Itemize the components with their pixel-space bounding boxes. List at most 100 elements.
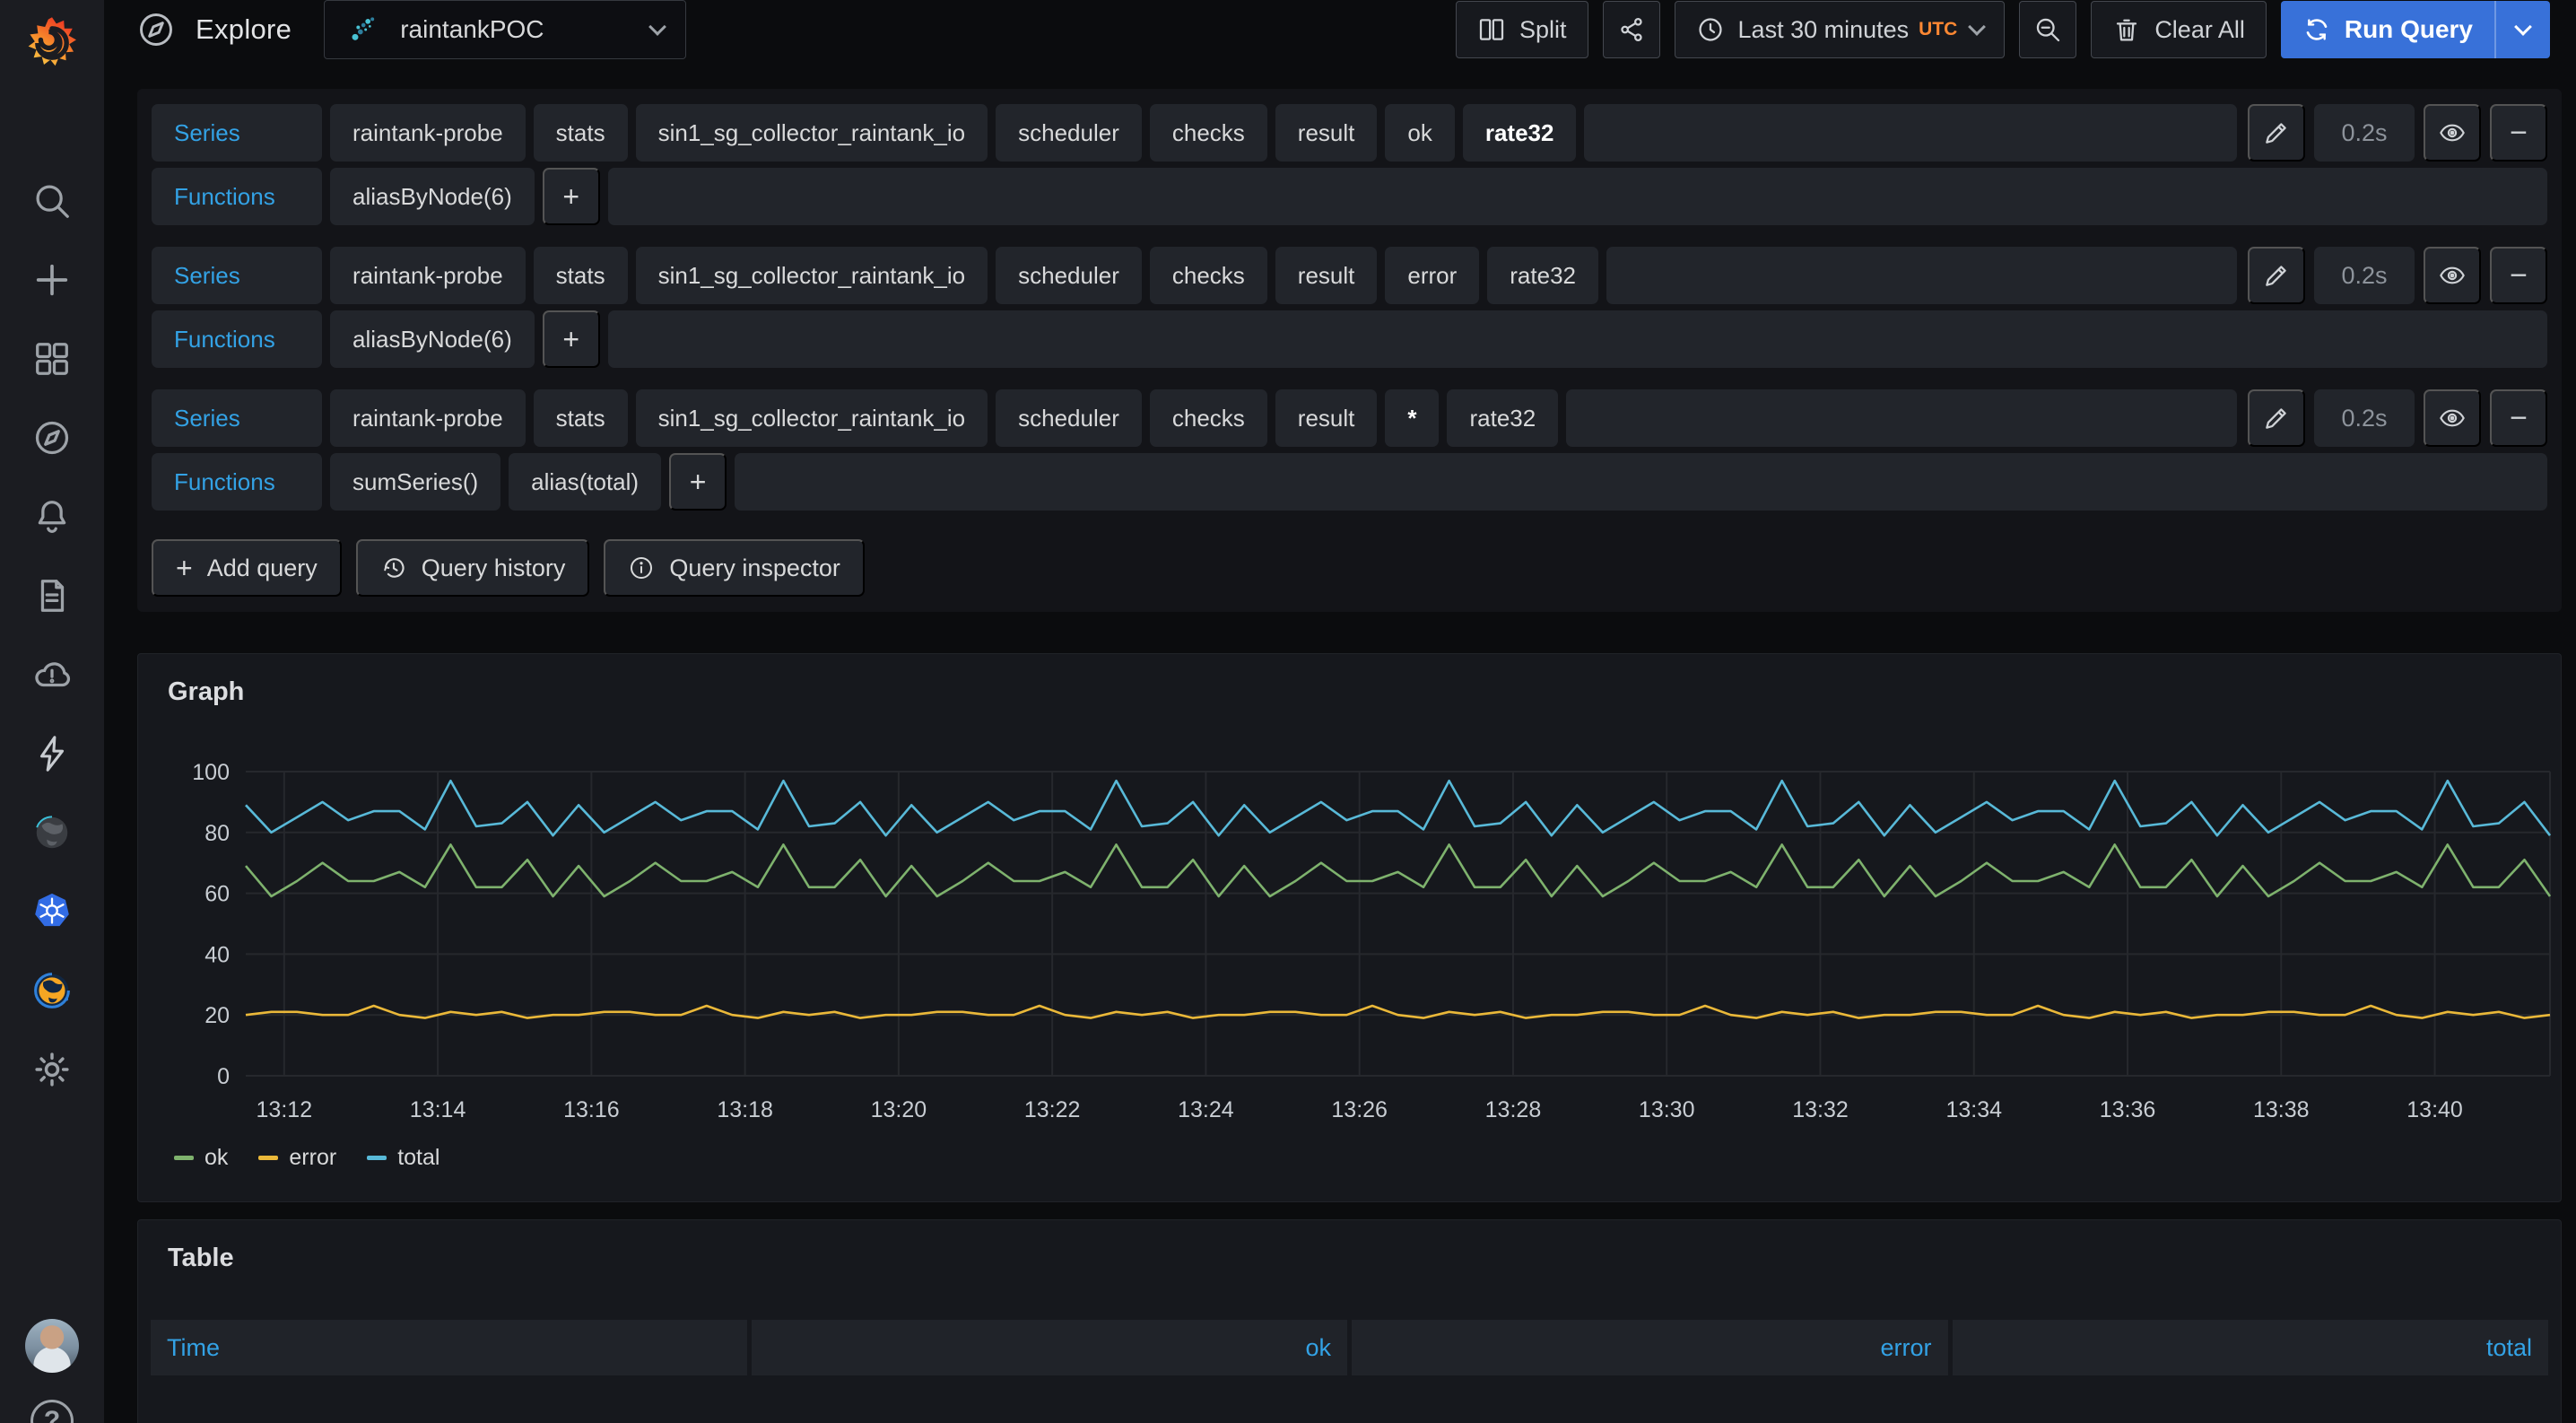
explore-compass-icon[interactable] — [30, 416, 74, 459]
zoom-out-button[interactable] — [2019, 1, 2076, 58]
series-segment[interactable]: * — [1385, 389, 1439, 447]
search-icon[interactable] — [30, 179, 74, 223]
series-segment[interactable]: sin1_sg_collector_raintank_io — [636, 389, 988, 447]
series-segment[interactable]: scheduler — [996, 104, 1142, 162]
series-segment[interactable]: sin1_sg_collector_raintank_io — [636, 104, 988, 162]
query-history-button[interactable]: Query history — [356, 539, 590, 597]
svg-text:13:30: 13:30 — [1639, 1097, 1695, 1122]
segment-input[interactable] — [1584, 104, 2237, 162]
series-label[interactable]: Series — [152, 104, 322, 162]
legend-item-total[interactable]: total — [367, 1145, 439, 1171]
world-dark-globe-icon[interactable] — [30, 811, 74, 854]
create-plus-icon[interactable] — [30, 258, 74, 301]
series-segment[interactable]: rate32 — [1447, 389, 1558, 447]
toggle-query-visibility-button[interactable] — [2424, 389, 2481, 447]
functions-label[interactable]: Functions — [152, 310, 322, 368]
functions-row: FunctionsaliasByNode(6)+ — [152, 310, 2547, 368]
series-label[interactable]: Series — [152, 247, 322, 304]
segment-input[interactable] — [1606, 247, 2237, 304]
functions-label[interactable]: Functions — [152, 168, 322, 225]
legend-item-ok[interactable]: ok — [174, 1145, 228, 1171]
legend-color-dash — [258, 1156, 278, 1160]
docs-icon[interactable] — [30, 574, 74, 617]
series-segment[interactable]: checks — [1150, 389, 1267, 447]
chevron-down-icon — [1968, 18, 1986, 36]
series-segment[interactable]: rate32 — [1463, 104, 1577, 162]
series-segment[interactable]: sin1_sg_collector_raintank_io — [636, 247, 988, 304]
table-column-header-time[interactable]: Time — [151, 1320, 747, 1375]
split-button[interactable]: Split — [1456, 1, 1588, 58]
series-segment[interactable]: raintank-probe — [330, 104, 526, 162]
add-function-button[interactable]: + — [543, 310, 600, 368]
svg-text:60: 60 — [205, 882, 230, 907]
function-segment[interactable]: aliasByNode(6) — [330, 310, 535, 368]
add-query-button[interactable]: + Add query — [152, 539, 342, 597]
toggle-text-edit-button[interactable] — [2248, 104, 2305, 162]
eye-icon — [2438, 118, 2467, 147]
svg-text:13:20: 13:20 — [871, 1097, 927, 1122]
eye-icon — [2438, 404, 2467, 432]
series-segment[interactable]: stats — [534, 389, 628, 447]
query-row-actions: 0.2s − — [2248, 389, 2547, 447]
series-segment[interactable]: rate32 — [1487, 247, 1598, 304]
chevron-down-icon — [648, 18, 666, 36]
toggle-text-edit-button[interactable] — [2248, 247, 2305, 304]
remove-query-button[interactable]: − — [2490, 247, 2547, 304]
table-column-header-error[interactable]: error — [1352, 1320, 1948, 1375]
svg-text:13:18: 13:18 — [717, 1097, 773, 1122]
share-button[interactable] — [1603, 1, 1660, 58]
grafana-logo-icon[interactable] — [25, 16, 79, 70]
datasource-picker[interactable]: raintankPOC — [324, 0, 686, 59]
dashboards-icon[interactable] — [30, 337, 74, 380]
kubernetes-icon[interactable] — [30, 890, 74, 933]
worldping-globe-icon[interactable] — [30, 969, 74, 1012]
series-segment[interactable]: stats — [534, 104, 628, 162]
function-segment[interactable]: sumSeries() — [330, 453, 500, 511]
series-segment[interactable]: checks — [1150, 104, 1267, 162]
clock-icon — [1696, 15, 1725, 44]
query-latency: 0.2s — [2314, 389, 2415, 447]
series-segment[interactable]: raintank-probe — [330, 389, 526, 447]
lightning-icon[interactable] — [30, 732, 74, 775]
trash-icon — [2112, 15, 2141, 44]
settings-gear-icon[interactable] — [30, 1048, 74, 1091]
function-segment[interactable]: alias(total) — [509, 453, 661, 511]
table-column-header-total[interactable]: total — [1953, 1320, 2549, 1375]
series-label[interactable]: Series — [152, 389, 322, 447]
cloud-alert-icon[interactable] — [30, 653, 74, 696]
series-segment[interactable]: scheduler — [996, 389, 1142, 447]
toggle-query-visibility-button[interactable] — [2424, 104, 2481, 162]
clear-all-button[interactable]: Clear All — [2091, 1, 2267, 58]
table-column-header-ok[interactable]: ok — [752, 1320, 1348, 1375]
legend-item-error[interactable]: error — [258, 1145, 336, 1171]
add-function-button[interactable]: + — [543, 168, 600, 225]
toggle-text-edit-button[interactable] — [2248, 389, 2305, 447]
toggle-query-visibility-button[interactable] — [2424, 247, 2481, 304]
series-segment[interactable]: scheduler — [996, 247, 1142, 304]
remove-query-button[interactable]: − — [2490, 389, 2547, 447]
chevron-down-icon — [2514, 18, 2532, 36]
remove-query-button[interactable]: − — [2490, 104, 2547, 162]
svg-text:0: 0 — [217, 1064, 230, 1089]
run-query-dropdown[interactable] — [2494, 1, 2550, 58]
help-icon[interactable]: ? — [30, 1400, 74, 1423]
query-inspector-button[interactable]: Query inspector — [604, 539, 865, 597]
alerting-bell-icon[interactable] — [30, 495, 74, 538]
pencil-icon — [2262, 118, 2291, 147]
series-segment[interactable]: result — [1275, 247, 1378, 304]
run-query-button[interactable]: Run Query — [2281, 1, 2550, 58]
add-function-button[interactable]: + — [669, 453, 727, 511]
segment-input[interactable] — [1566, 389, 2237, 447]
series-segment[interactable]: ok — [1385, 104, 1454, 162]
series-segment[interactable]: result — [1275, 389, 1378, 447]
series-segment[interactable]: error — [1385, 247, 1479, 304]
series-segment[interactable]: checks — [1150, 247, 1267, 304]
series-segment[interactable]: raintank-probe — [330, 247, 526, 304]
function-segment[interactable]: aliasByNode(6) — [330, 168, 535, 225]
time-range-picker[interactable]: Last 30 minutes UTC — [1675, 1, 2006, 58]
series-segment[interactable]: stats — [534, 247, 628, 304]
series-row: Seriesraintank-probestatssin1_sg_collect… — [152, 389, 2547, 447]
series-segment[interactable]: result — [1275, 104, 1378, 162]
functions-label[interactable]: Functions — [152, 453, 322, 511]
user-avatar[interactable] — [25, 1319, 79, 1373]
